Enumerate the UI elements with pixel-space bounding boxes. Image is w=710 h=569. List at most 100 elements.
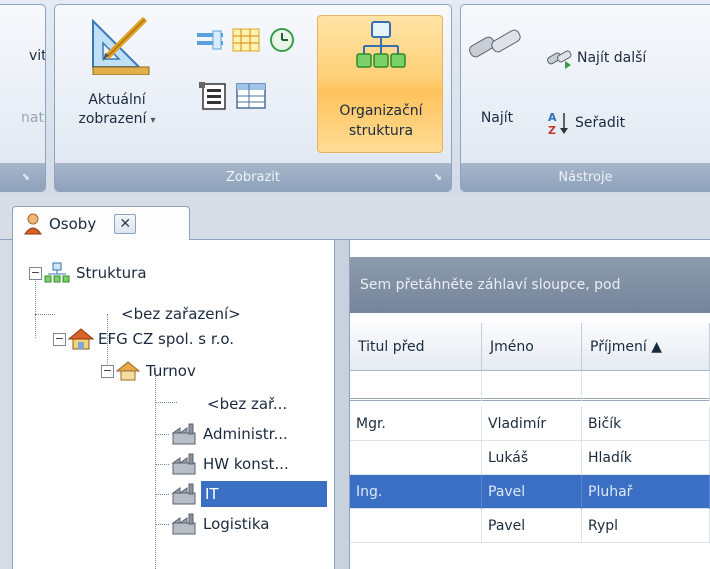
tree-label-branch: Turnov bbox=[146, 362, 196, 380]
ribbon-group-zobrazit: Aktuální zobrazení ▾ Organizační struktu… bbox=[54, 4, 452, 192]
tree-label-department: IT bbox=[201, 481, 327, 507]
filter-cell[interactable] bbox=[350, 371, 482, 401]
tab-label: Osoby bbox=[49, 215, 97, 233]
org-chart-icon bbox=[44, 262, 70, 283]
tree-connector bbox=[155, 464, 169, 465]
structure-tree: − Struktura <bez zařazení> − EFG CZ spol… bbox=[12, 240, 334, 569]
current-view-button[interactable]: Aktuální zobrazení ▾ bbox=[59, 11, 175, 153]
table-row-selected[interactable]: Ing. Pavel Pluhař bbox=[350, 475, 710, 509]
tree-node-unassigned[interactable]: <bez zařazení> bbox=[119, 301, 243, 327]
tree-label-department: Logistika bbox=[203, 515, 270, 533]
tree-node-department[interactable]: Administr... bbox=[171, 421, 290, 447]
collapse-icon[interactable]: − bbox=[101, 364, 114, 378]
tree-label-department: Administr... bbox=[203, 425, 288, 443]
tree-node-company[interactable]: − EFG CZ spol. s r.o. bbox=[53, 326, 236, 352]
sort-label: Seřadit bbox=[575, 115, 626, 131]
org-structure-button[interactable]: Organizační struktura bbox=[317, 15, 443, 153]
table-row[interactable]: Pavel Rypl bbox=[350, 509, 710, 543]
house-icon bbox=[68, 328, 94, 350]
clock-icon[interactable] bbox=[267, 27, 297, 53]
tree-node-department[interactable]: HW konst... bbox=[171, 451, 291, 477]
cell-first-name: Pavel bbox=[482, 509, 582, 543]
tree-connector bbox=[155, 370, 156, 569]
ribbon-group-footer: ⬊ bbox=[0, 163, 45, 191]
tree-node-root[interactable]: − Struktura bbox=[29, 260, 149, 286]
binoculars-icon bbox=[469, 29, 521, 58]
collapse-icon[interactable]: − bbox=[29, 266, 42, 280]
org-chart-icon bbox=[356, 21, 406, 68]
grid-lines-icon[interactable] bbox=[231, 27, 261, 53]
tree-label-branch-unassigned: <bez zař... bbox=[207, 395, 288, 413]
ribbon-group-nastroje: Najít Najít další A Z Seřadit Nástroje bbox=[460, 4, 710, 192]
tree-label-unassigned: <bez zařazení> bbox=[121, 305, 241, 323]
tree-connector bbox=[155, 434, 169, 435]
ribbon-group-footer-nastroje: Nástroje bbox=[461, 163, 710, 191]
column-header-title[interactable]: Titul před bbox=[350, 323, 482, 371]
cell-title bbox=[350, 509, 482, 543]
filter-cell[interactable] bbox=[482, 371, 582, 401]
tree-node-department[interactable]: Logistika bbox=[171, 511, 271, 537]
factory-icon bbox=[171, 453, 196, 475]
cell-title: Mgr. bbox=[350, 407, 482, 441]
dialog-launcher-icon[interactable]: ⬊ bbox=[431, 171, 445, 185]
cell-title bbox=[350, 441, 482, 475]
tree-connector bbox=[155, 524, 169, 525]
form-view-icon[interactable] bbox=[197, 81, 229, 111]
ribbon-group-left-partial: vit nat ⬊ bbox=[0, 4, 46, 192]
document-tab-strip: Osoby ✕ bbox=[0, 196, 710, 241]
sort-button[interactable]: A Z Seřadit bbox=[547, 109, 625, 137]
org-structure-label-line1: Organizační bbox=[339, 103, 423, 119]
tree-node-department-selected[interactable]: IT bbox=[171, 481, 327, 507]
list-view-icon[interactable] bbox=[195, 27, 225, 53]
collapse-icon[interactable]: − bbox=[53, 332, 66, 346]
design-ruler-icon bbox=[92, 16, 150, 75]
factory-icon bbox=[171, 483, 196, 505]
find-next-button[interactable]: Najít další bbox=[545, 45, 646, 71]
filter-row bbox=[350, 371, 710, 401]
tree-label-company: EFG CZ spol. s r.o. bbox=[98, 330, 235, 348]
find-button[interactable]: Najít bbox=[467, 17, 527, 153]
table-view-icon[interactable] bbox=[235, 81, 267, 111]
dialog-launcher-icon[interactable]: ⬊ bbox=[19, 171, 33, 185]
partial-button-label-disabled: nat bbox=[21, 110, 44, 126]
tab-osoby[interactable]: Osoby ✕ bbox=[12, 206, 190, 241]
tree-label-department: HW konst... bbox=[203, 455, 289, 473]
filter-cell[interactable] bbox=[582, 371, 710, 401]
tree-connector bbox=[35, 314, 55, 315]
partial-button-label[interactable]: vit bbox=[29, 47, 45, 66]
tree-node-branch[interactable]: − Turnov bbox=[101, 358, 198, 384]
tree-connector bbox=[155, 494, 169, 495]
cell-last-name: Pluhař bbox=[582, 475, 710, 509]
cell-last-name: Bičík bbox=[582, 407, 710, 441]
org-structure-label-line2: struktura bbox=[348, 123, 414, 139]
close-icon[interactable]: ✕ bbox=[114, 214, 137, 234]
panel-splitter[interactable] bbox=[334, 240, 350, 569]
house-icon bbox=[116, 361, 140, 381]
person-icon bbox=[24, 213, 42, 235]
svg-text:A: A bbox=[548, 111, 557, 124]
ribbon: vit nat ⬊ Aktuální zobrazení ▾ Organizač… bbox=[0, 0, 710, 196]
grid-body: Titul před Jméno Příjmení ▲ Mgr. Vladimí… bbox=[350, 313, 710, 569]
find-label: Najít bbox=[480, 110, 514, 126]
cell-last-name: Rypl bbox=[582, 509, 710, 543]
sort-az-icon: A Z bbox=[548, 111, 568, 136]
group-by-panel[interactable]: Sem přetáhněte záhlaví sloupce, pod bbox=[350, 257, 710, 313]
tree-node-branch-unassigned[interactable]: <bez zař... bbox=[205, 391, 289, 417]
factory-icon bbox=[171, 423, 196, 445]
current-view-label-line1: Aktuální bbox=[88, 92, 146, 108]
find-next-icon bbox=[547, 50, 572, 69]
column-header-first-name[interactable]: Jméno bbox=[482, 323, 582, 371]
ribbon-group-footer-zobrazit: Zobrazit ⬊ bbox=[55, 163, 451, 191]
group-title-zobrazit: Zobrazit bbox=[226, 169, 280, 185]
cell-first-name: Lukáš bbox=[482, 441, 582, 475]
tree-connector bbox=[155, 402, 177, 403]
column-header-last-name[interactable]: Příjmení ▲ bbox=[582, 323, 710, 371]
current-view-label-row: zobrazení ▾ bbox=[59, 110, 175, 129]
table-row[interactable]: Lukáš Hladík bbox=[350, 441, 710, 475]
svg-text:Z: Z bbox=[548, 124, 556, 136]
dropdown-arrow-icon: ▾ bbox=[150, 115, 156, 126]
find-next-label: Najít další bbox=[577, 50, 647, 66]
table-row[interactable]: Mgr. Vladimír Bičík bbox=[350, 407, 710, 441]
factory-icon bbox=[171, 513, 196, 535]
cell-title: Ing. bbox=[350, 475, 482, 509]
